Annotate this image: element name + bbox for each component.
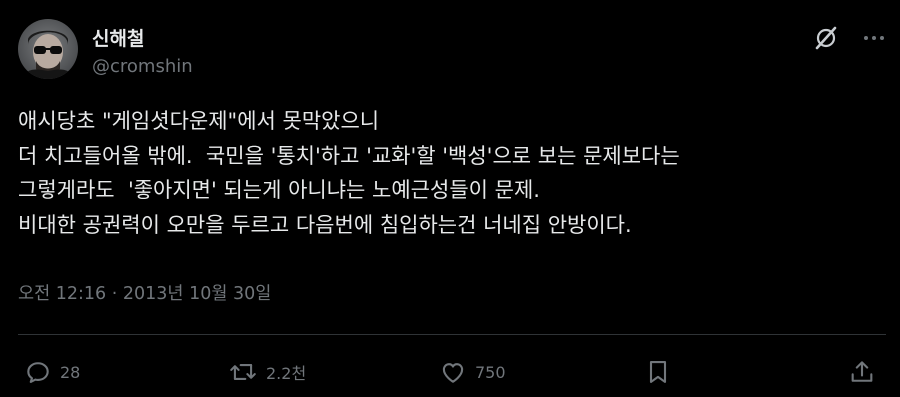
like-count: 750: [475, 362, 506, 382]
retweet-button[interactable]: 2.2천: [228, 354, 306, 390]
divider: [18, 334, 886, 335]
retweet-icon: [230, 364, 256, 380]
header-actions: [812, 24, 886, 52]
bookmark-button[interactable]: [644, 354, 672, 390]
retweet-count: 2.2천: [266, 364, 307, 383]
grok-slash-icon: [815, 26, 837, 50]
avatar-photo: [18, 19, 78, 79]
heart-icon: [442, 363, 464, 383]
bookmark-icon: [649, 361, 667, 383]
tweet-line: 그렇게라도 '좋아지면' 되는게 아니냐는 노예근성들이 문제.: [18, 178, 540, 202]
like-button[interactable]: 750: [439, 354, 506, 390]
tweet-timestamp[interactable]: 오전 12:16 · 2013년 10월 30일: [18, 280, 271, 305]
author-handle[interactable]: @cromshin: [92, 56, 193, 77]
reply-count: 28: [60, 362, 81, 382]
share-upload-icon: [851, 361, 873, 382]
tweet-text: 애시당초 "게임셧다운제"에서 못막았으니 더 치고들어올 밖에. 국민을 '통…: [18, 104, 880, 242]
tweet-line: 더 치고들어올 밖에. 국민을 '통치'하고 '교화'할 '백성'으로 보는 문…: [18, 143, 680, 168]
avatar[interactable]: [18, 19, 78, 79]
reply-bubble-icon: [27, 362, 49, 383]
more-dots-icon: [864, 36, 884, 40]
tweet-line: 비대한 공권력이 오만을 두르고 다음번에 침입하는건 너네집 안방이다.: [18, 212, 632, 237]
author-display-name[interactable]: 신해철: [92, 24, 144, 51]
action-bar: 28 2.2천 750: [0, 354, 900, 390]
tweet-line: 애시당초 "게임셧다운제"에서 못막았으니: [18, 109, 380, 133]
grok-button[interactable]: [812, 24, 840, 52]
more-button[interactable]: [862, 26, 886, 50]
share-button[interactable]: [848, 354, 876, 390]
reply-button[interactable]: 28: [24, 354, 80, 390]
